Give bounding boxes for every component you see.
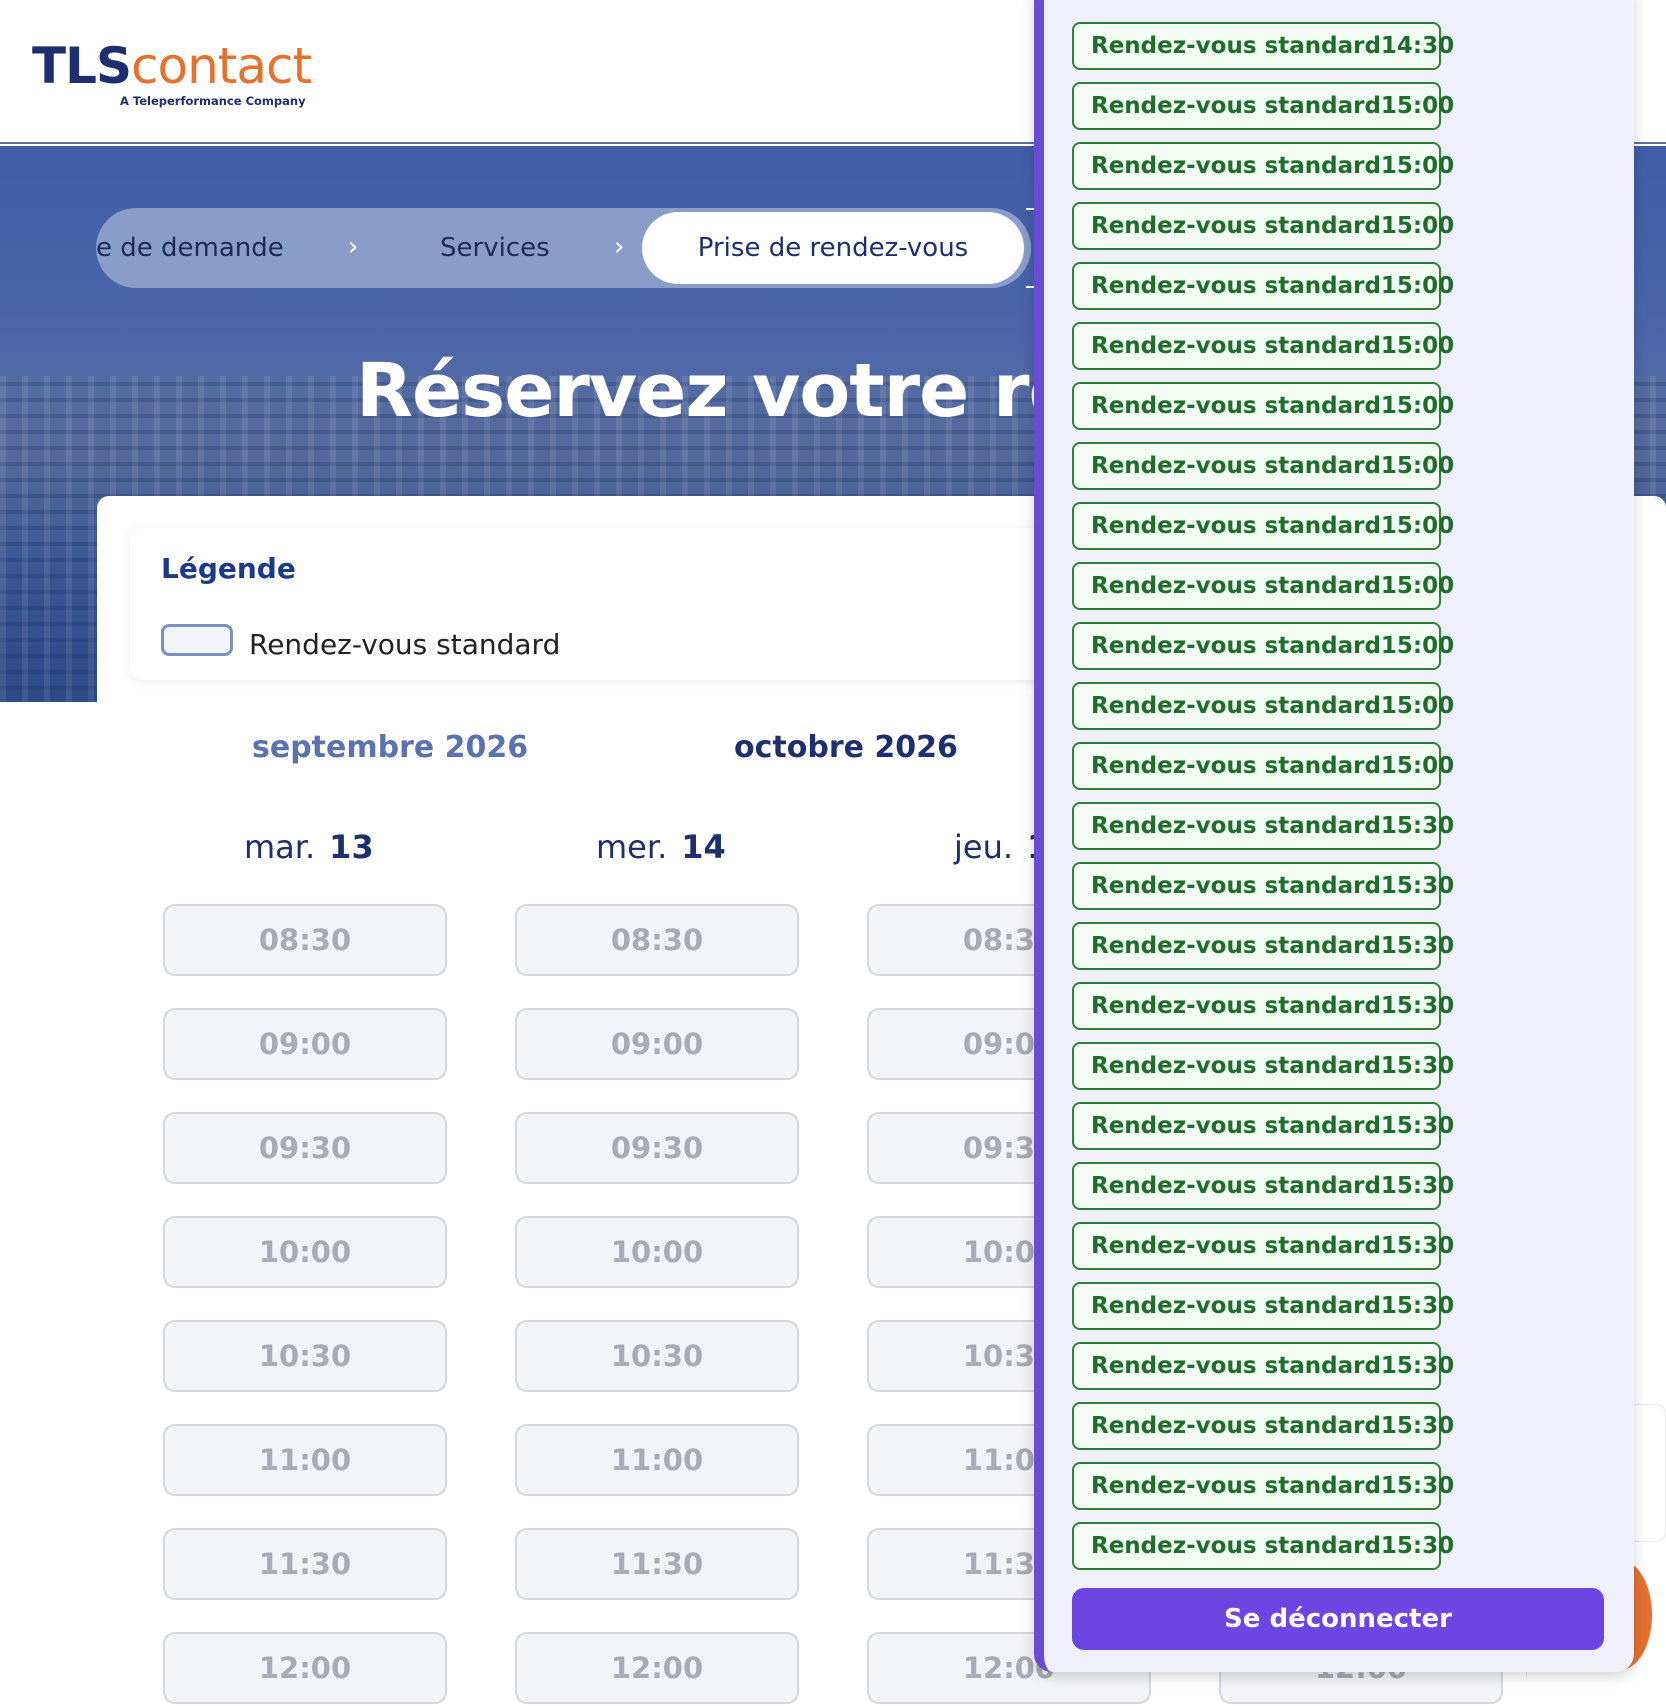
day-name: mer. xyxy=(596,828,668,866)
time-slot[interactable]: 10:00 xyxy=(163,1216,447,1288)
day-header: mer. 14 xyxy=(596,828,726,866)
step-appointment-active[interactable]: Prise de rendez-vous xyxy=(642,212,1024,284)
day-number: 14 xyxy=(681,828,726,866)
day-header: mar. 13 xyxy=(244,828,374,866)
day-name: mar. xyxy=(244,828,316,866)
logo-tls-text: TLS xyxy=(32,37,132,95)
available-slot[interactable]: Rendez-vous standard15:30 xyxy=(1072,1162,1454,1210)
available-slot[interactable]: Rendez-vous standard15:30 xyxy=(1072,1042,1454,1090)
day-name: jeu. xyxy=(954,828,1014,866)
available-slot[interactable]: Rendez-vous standard15:30 xyxy=(1072,982,1454,1030)
day-number: 13 xyxy=(329,828,374,866)
available-slot[interactable]: Rendez-vous standard14:30 xyxy=(1072,22,1454,70)
available-slot[interactable]: Rendez-vous standard15:30 xyxy=(1072,922,1454,970)
available-slot[interactable]: Rendez-vous standard15:00 xyxy=(1072,742,1454,790)
time-slot[interactable]: 08:30 xyxy=(515,904,799,976)
available-slot[interactable]: Rendez-vous standard15:30 xyxy=(1072,1462,1454,1510)
chevron-right-icon: › xyxy=(614,232,625,262)
available-slot[interactable]: Rendez-vous standard15:00 xyxy=(1072,382,1454,430)
available-slot[interactable]: Rendez-vous standard15:00 xyxy=(1072,442,1454,490)
time-slot[interactable]: 11:30 xyxy=(515,1528,799,1600)
month-current[interactable]: octobre 2026 xyxy=(734,730,958,765)
available-slot[interactable]: Rendez-vous standard15:00 xyxy=(1072,562,1454,610)
available-slot[interactable]: Rendez-vous standard15:30 xyxy=(1072,862,1454,910)
logout-button[interactable]: Se déconnecter xyxy=(1072,1588,1604,1650)
available-slot[interactable]: Rendez-vous standard15:30 xyxy=(1072,1342,1454,1390)
time-slot[interactable]: 09:00 xyxy=(163,1008,447,1080)
chevron-right-icon: › xyxy=(348,232,359,262)
logo-contact-text: contact xyxy=(130,37,312,95)
available-slot[interactable]: Rendez-vous standard15:00 xyxy=(1072,322,1454,370)
time-slot[interactable]: 12:00 xyxy=(515,1632,799,1704)
available-slot[interactable]: Rendez-vous standard15:30 xyxy=(1072,802,1454,850)
available-slot[interactable]: Rendez-vous standard15:30 xyxy=(1072,1282,1454,1330)
time-slot[interactable]: 11:30 xyxy=(163,1528,447,1600)
time-slot[interactable]: 09:30 xyxy=(163,1112,447,1184)
time-slot[interactable]: 09:30 xyxy=(515,1112,799,1184)
progress-stepper: e de demande › Services › Prise de rende… xyxy=(96,208,1031,288)
time-slot[interactable]: 10:00 xyxy=(515,1216,799,1288)
tlscontact-logo[interactable]: TLScontact A Teleperformance Company xyxy=(32,37,312,108)
available-slot[interactable]: Rendez-vous standard15:00 xyxy=(1072,202,1454,250)
available-slot[interactable]: Rendez-vous standard15:30 xyxy=(1072,1522,1454,1570)
time-slot[interactable]: 10:30 xyxy=(163,1320,447,1392)
time-slot[interactable]: 11:00 xyxy=(515,1424,799,1496)
step-services[interactable]: Services xyxy=(440,208,550,288)
available-slot[interactable]: Rendez-vous standard15:00 xyxy=(1072,622,1454,670)
available-slot[interactable]: Rendez-vous standard15:30 xyxy=(1072,1222,1454,1270)
available-slot[interactable]: Rendez-vous standard15:30 xyxy=(1072,1402,1454,1450)
available-slot[interactable]: Rendez-vous standard15:00 xyxy=(1072,682,1454,730)
time-slot[interactable]: 10:30 xyxy=(515,1320,799,1392)
time-slot[interactable]: 11:00 xyxy=(163,1424,447,1496)
month-previous[interactable]: septembre 2026 xyxy=(252,730,528,765)
legend-title: Légende xyxy=(161,552,296,585)
available-slot[interactable]: Rendez-vous standard15:30 xyxy=(1072,1102,1454,1150)
available-slot[interactable]: Rendez-vous standard15:00 xyxy=(1072,82,1454,130)
available-slot[interactable]: Rendez-vous standard15:00 xyxy=(1072,262,1454,310)
step-request[interactable]: e de demande xyxy=(96,208,284,288)
available-slot[interactable]: Rendez-vous standard15:00 xyxy=(1072,142,1454,190)
available-slot[interactable]: Rendez-vous standard15:00 xyxy=(1072,502,1454,550)
logo-subtitle: A Teleperformance Company xyxy=(120,94,306,108)
time-slot[interactable]: 08:30 xyxy=(163,904,447,976)
time-slot[interactable]: 12:00 xyxy=(163,1632,447,1704)
legend-swatch-standard xyxy=(161,624,233,656)
legend-label-standard: Rendez-vous standard xyxy=(249,628,561,661)
time-slot[interactable]: 09:00 xyxy=(515,1008,799,1080)
